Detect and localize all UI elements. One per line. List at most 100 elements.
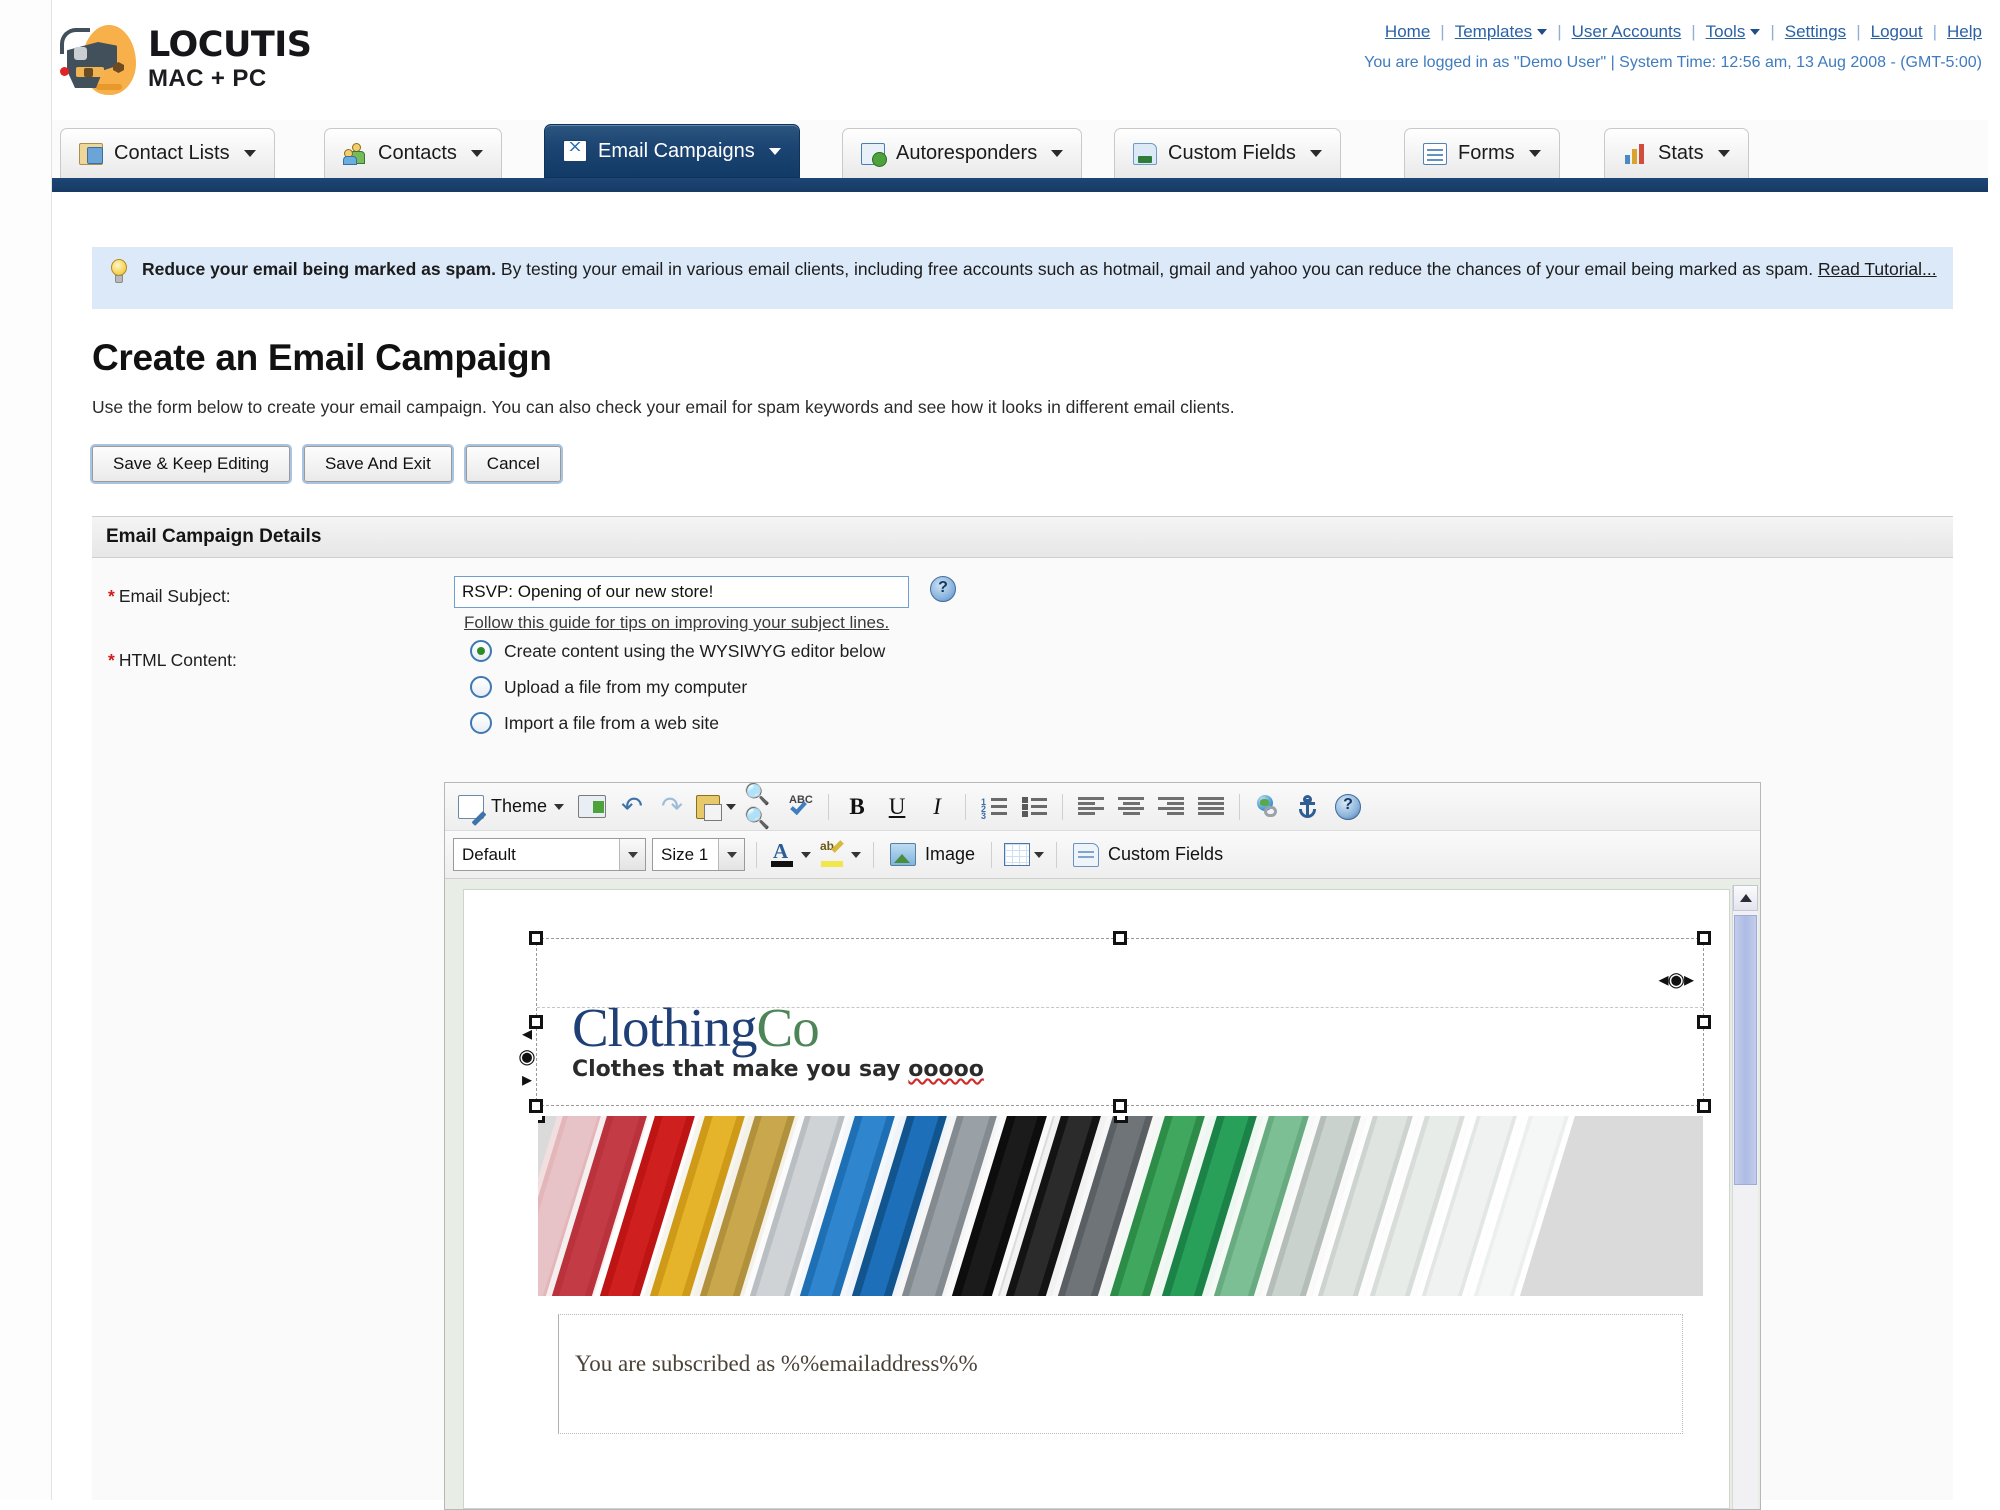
chevron-down-icon[interactable]: [471, 150, 483, 157]
chevron-down-icon[interactable]: [801, 852, 811, 858]
anchor-icon[interactable]: [1291, 790, 1325, 824]
question-mark-icon[interactable]: [930, 576, 956, 602]
brand-name: LOCUTIS: [148, 28, 312, 63]
underline-icon[interactable]: U: [880, 790, 914, 824]
font-color-icon[interactable]: A: [768, 838, 812, 872]
nav-link-user-accounts[interactable]: User Accounts: [1572, 22, 1682, 41]
radio-button[interactable]: [470, 712, 492, 734]
resize-handle[interactable]: [1113, 931, 1127, 945]
resize-handle[interactable]: [1697, 1099, 1711, 1113]
chevron-down-icon[interactable]: [769, 148, 781, 155]
radio-option-upload[interactable]: Upload a file from my computer: [470, 676, 885, 698]
chevron-down-icon[interactable]: [1537, 29, 1547, 35]
radio-option-import-url[interactable]: Import a file from a web site: [470, 712, 885, 734]
subject-guide-link[interactable]: Follow this guide for tips on improving …: [464, 613, 889, 633]
unordered-list-icon[interactable]: [1017, 790, 1051, 824]
nav-link-logout[interactable]: Logout: [1871, 22, 1923, 41]
undo-icon[interactable]: ↶: [615, 790, 649, 824]
chevron-down-icon[interactable]: [718, 839, 744, 870]
radio-option-wysiwyg[interactable]: Create content using the WYSIWYG editor …: [470, 640, 885, 662]
page-content: Reduce your email being marked as spam. …: [52, 192, 1988, 1500]
image-label: Image: [925, 844, 975, 865]
resize-handle[interactable]: [1697, 1015, 1711, 1029]
email-document[interactable]: ◂◉▸ ◂◉▸ ClothingCo: [463, 889, 1730, 1509]
tab-label: Autoresponders: [896, 142, 1037, 165]
colored-paperclips-photo[interactable]: [538, 1116, 1703, 1296]
paste-icon[interactable]: [695, 790, 737, 824]
tab-forms[interactable]: Forms: [1404, 128, 1560, 178]
email-subject-input[interactable]: [454, 576, 909, 608]
tab-email-campaigns[interactable]: Email Campaigns: [544, 124, 800, 178]
font-size-select[interactable]: Size 1: [652, 838, 745, 871]
bold-icon[interactable]: B: [840, 790, 874, 824]
save-and-keep-editing-button[interactable]: Save & Keep Editing: [92, 446, 290, 482]
chevron-down-icon[interactable]: [851, 852, 861, 858]
editor-canvas[interactable]: ◂◉▸ ◂◉▸ ClothingCo: [445, 879, 1760, 1509]
move-vertical-handle-icon[interactable]: ◂◉▸: [514, 1021, 538, 1090]
save-and-exit-button[interactable]: Save And Exit: [304, 446, 452, 482]
nav-link-home[interactable]: Home: [1385, 22, 1430, 41]
scrollbar-thumb[interactable]: [1734, 915, 1757, 1185]
insert-image-button[interactable]: Image: [885, 838, 980, 872]
tab-contacts[interactable]: Contacts: [324, 128, 502, 178]
ordered-list-icon[interactable]: 123: [977, 790, 1011, 824]
nav-link-tools[interactable]: Tools: [1706, 22, 1746, 41]
tab-autoresponders[interactable]: Autoresponders: [842, 128, 1082, 178]
brand-part-clothing: Clothing: [572, 997, 757, 1058]
chevron-down-icon[interactable]: [1529, 150, 1541, 157]
redo-icon[interactable]: ↷: [655, 790, 689, 824]
chevron-down-icon[interactable]: [1051, 150, 1063, 157]
chevron-down-icon[interactable]: [1034, 852, 1044, 858]
nav-link-help[interactable]: Help: [1947, 22, 1982, 41]
custom-fields-button[interactable]: Custom Fields: [1068, 838, 1228, 872]
insert-link-icon[interactable]: [1251, 790, 1285, 824]
align-right-icon[interactable]: [1154, 790, 1188, 824]
tab-custom-fields[interactable]: Custom Fields: [1114, 128, 1341, 178]
resize-handle[interactable]: [1113, 1099, 1127, 1113]
brand-logo[interactable]: LOCUTIS MAC + PC: [52, 22, 312, 98]
chevron-down-icon[interactable]: [554, 804, 564, 810]
help-icon[interactable]: [1331, 790, 1365, 824]
chevron-down-icon[interactable]: [619, 839, 645, 870]
radio-button[interactable]: [470, 676, 492, 698]
nav-link-templates[interactable]: Templates: [1455, 22, 1532, 41]
find-replace-icon[interactable]: 🔍🔍: [743, 790, 777, 824]
custom-fields-icon: [1133, 143, 1157, 165]
source-view-icon[interactable]: [575, 790, 609, 824]
resize-handle[interactable]: [1697, 931, 1711, 945]
chevron-down-icon[interactable]: [1310, 150, 1322, 157]
italic-icon[interactable]: I: [920, 790, 954, 824]
chevron-down-icon[interactable]: [244, 150, 256, 157]
scroll-up-arrow-icon[interactable]: [1733, 885, 1758, 911]
resize-handle[interactable]: [529, 931, 543, 945]
custom-fields-label: Custom Fields: [1108, 844, 1223, 865]
tab-contact-lists[interactable]: Contact Lists: [60, 128, 275, 178]
email-footer-block[interactable]: You are subscribed as %%emailaddress%%: [558, 1314, 1683, 1434]
nav-link-settings[interactable]: Settings: [1785, 22, 1846, 41]
chevron-down-icon[interactable]: [1750, 29, 1760, 35]
editor-vertical-scrollbar[interactable]: [1732, 885, 1758, 1509]
robot-face-icon: [52, 22, 138, 98]
move-horizontal-handle-icon[interactable]: ◂◉▸: [1658, 967, 1693, 992]
theme-button[interactable]: Theme: [453, 790, 569, 824]
tip-read-tutorial-link[interactable]: Read Tutorial...: [1818, 259, 1937, 279]
custom-fields-icon: [1073, 843, 1099, 867]
spellcheck-icon[interactable]: ABC: [783, 790, 817, 824]
radio-button[interactable]: [470, 640, 492, 662]
align-justify-icon[interactable]: [1194, 790, 1228, 824]
insert-table-icon[interactable]: [1003, 838, 1045, 872]
resize-handle[interactable]: [1114, 1116, 1128, 1123]
highlight-color-icon[interactable]: ab: [818, 838, 862, 872]
toolbar-divider: [1062, 794, 1063, 820]
resize-handle[interactable]: [538, 1116, 545, 1123]
align-center-icon[interactable]: [1114, 790, 1148, 824]
cancel-button[interactable]: Cancel: [466, 446, 561, 482]
chevron-down-icon[interactable]: [726, 804, 736, 810]
align-left-icon[interactable]: [1074, 790, 1108, 824]
page-header: LOCUTIS MAC + PC Home|Templates|User Acc…: [52, 0, 1988, 120]
chevron-down-icon[interactable]: [1718, 150, 1730, 157]
font-family-select[interactable]: Default: [453, 838, 646, 871]
resize-handle[interactable]: [529, 1099, 543, 1113]
tab-stats[interactable]: Stats: [1604, 128, 1749, 178]
top-nav-links: Home|Templates|User Accounts|Tools|Setti…: [1364, 22, 1982, 42]
